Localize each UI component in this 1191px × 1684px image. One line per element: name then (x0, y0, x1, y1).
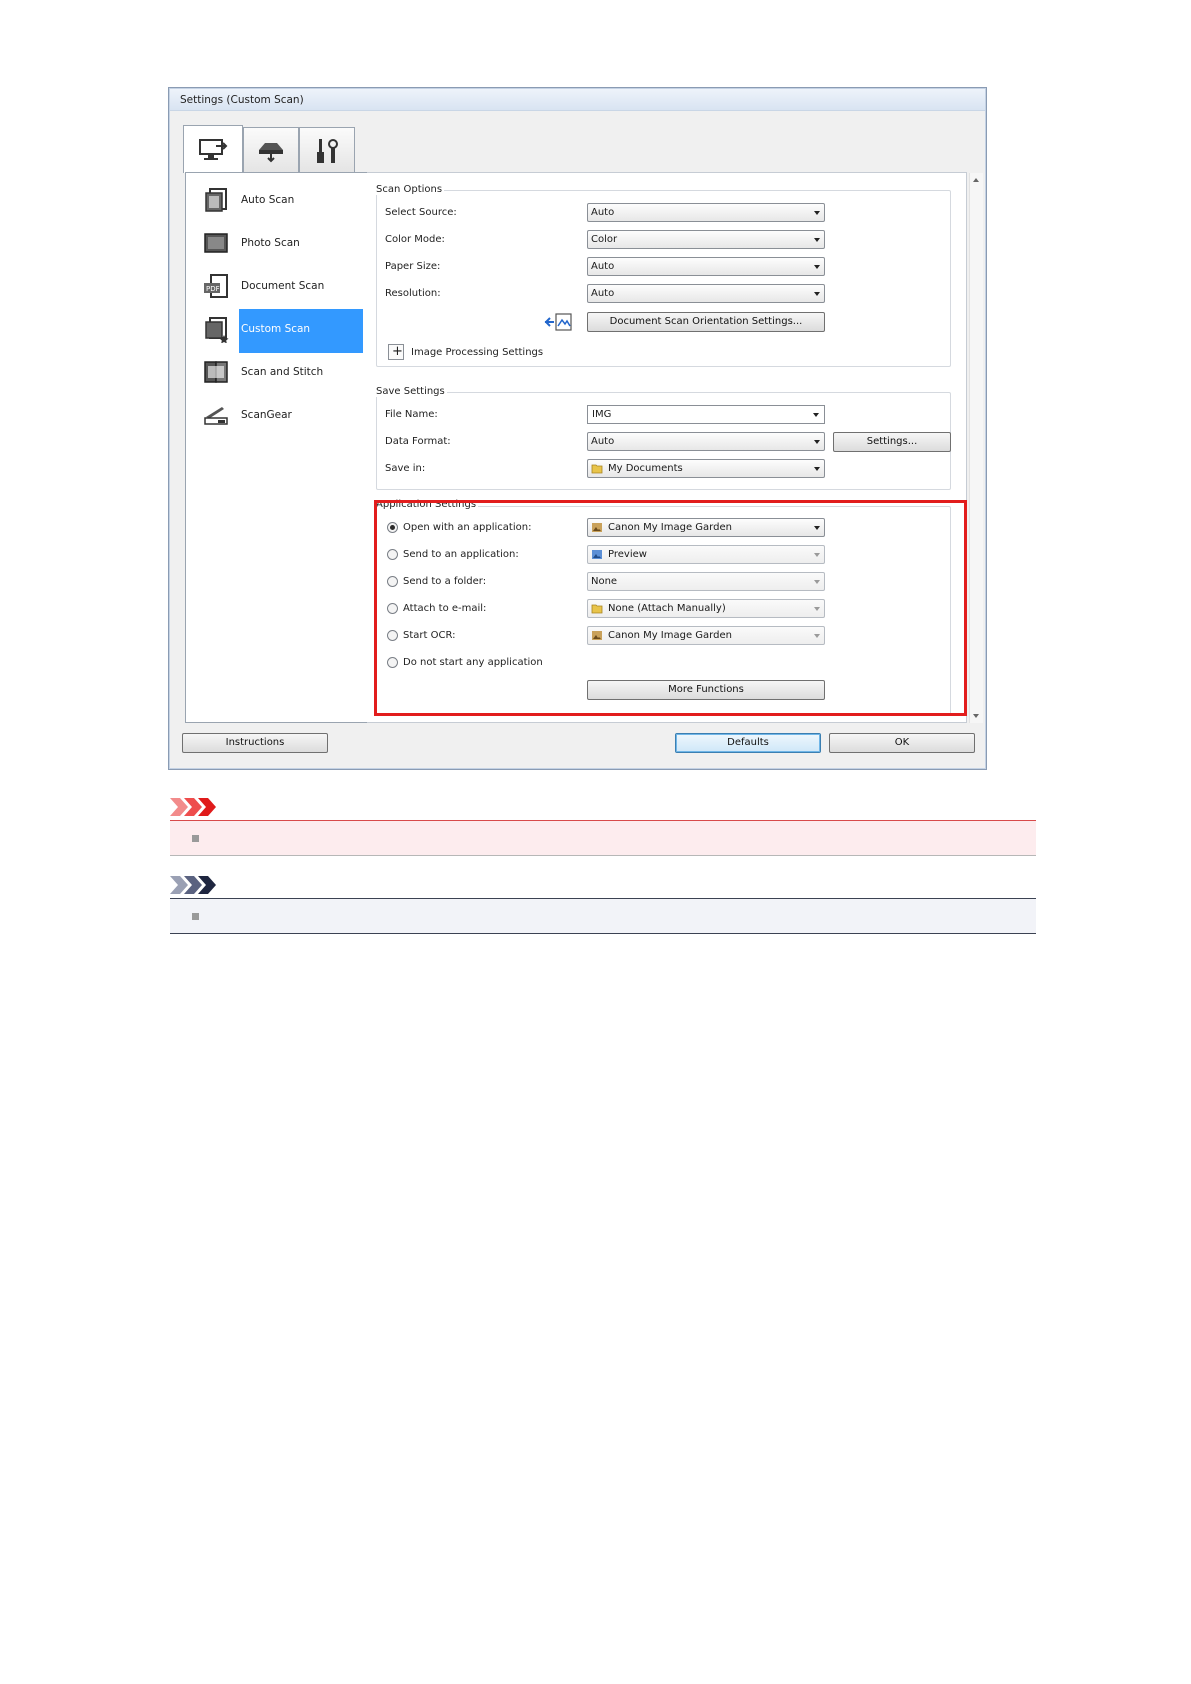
sidebar-item-label: ScanGear (241, 409, 292, 421)
resolution-label: Resolution: (385, 288, 441, 299)
chevron-down-icon (814, 467, 820, 471)
chevron-down-icon (814, 238, 820, 242)
dialog-titlebar: Settings (Custom Scan) (170, 89, 985, 111)
sidebar-item-label: Scan and Stitch (241, 366, 324, 378)
chevron-down-icon (813, 413, 819, 417)
chevron-down-icon (814, 265, 820, 269)
sidebar-item-label: Document Scan (241, 280, 325, 292)
tab-scan-from-computer[interactable] (183, 125, 243, 173)
chevron-down-icon (814, 292, 820, 296)
chevron-down-icon (814, 211, 820, 215)
important-icon (170, 798, 216, 816)
save-in-label: Save in: (385, 463, 426, 474)
paper-size-value: Auto (591, 261, 615, 272)
note-icon (170, 876, 216, 894)
color-mode-value: Color (591, 234, 618, 245)
scangear-icon (204, 407, 228, 425)
resolution-dropdown[interactable]: Auto (587, 284, 825, 303)
sidebar-item-label: Custom Scan (241, 323, 311, 335)
document-orientation-icon (544, 313, 572, 331)
folder-icon (591, 464, 603, 474)
sidebar-item-custom-scan[interactable]: Custom Scan (197, 309, 367, 353)
sidebar-item-label: Auto Scan (241, 194, 295, 206)
ok-button[interactable]: OK (829, 733, 975, 753)
chevron-down-icon (814, 440, 820, 444)
important-section (170, 820, 1036, 856)
bullet-icon (192, 913, 199, 920)
custom-scan-icon (205, 317, 229, 343)
file-name-label: File Name: (385, 409, 438, 420)
settings-scrollbar[interactable] (969, 173, 983, 723)
scan-options-title: Scan Options (374, 184, 445, 195)
sidebar-item-auto-scan[interactable]: Auto Scan (197, 180, 367, 220)
color-mode-dropdown[interactable]: Color (587, 230, 825, 249)
auto-scan-icon (205, 188, 227, 212)
defaults-button[interactable]: Defaults (675, 733, 821, 753)
tab-general-settings[interactable] (299, 127, 355, 173)
image-processing-label: Image Processing Settings (411, 347, 544, 358)
sidebar-item-scan-and-stitch[interactable]: Scan and Stitch (197, 352, 367, 392)
sidebar-item-scangear[interactable]: ScanGear (197, 395, 367, 435)
data-format-dropdown[interactable]: Auto (587, 432, 825, 451)
tab-scan-from-operation-panel[interactable] (243, 127, 299, 173)
expand-image-processing-button[interactable]: + (388, 344, 404, 360)
select-source-label: Select Source: (385, 207, 457, 218)
application-settings-highlight (374, 500, 967, 716)
data-format-value: Auto (591, 436, 615, 447)
sidebar-item-label: Photo Scan (241, 237, 300, 249)
scan-from-operation-panel-icon (259, 142, 283, 162)
scroll-down-icon[interactable] (973, 714, 979, 718)
paper-size-label: Paper Size: (385, 261, 441, 272)
save-in-dropdown[interactable]: My Documents (587, 459, 825, 478)
select-source-dropdown[interactable]: Auto (587, 203, 825, 222)
file-name-input[interactable]: IMG (587, 405, 825, 424)
sidebar-item-photo-scan[interactable]: Photo Scan (197, 223, 367, 263)
select-source-value: Auto (591, 207, 615, 218)
file-name-value: IMG (592, 409, 612, 420)
instructions-button[interactable]: Instructions (182, 733, 328, 753)
plus-icon: + (392, 344, 403, 359)
color-mode-label: Color Mode: (385, 234, 445, 245)
note-section (170, 898, 1036, 934)
data-format-label: Data Format: (385, 436, 451, 447)
sidebar-item-document-scan[interactable]: PDF Document Scan (197, 266, 367, 306)
bullet-icon (192, 835, 199, 842)
dialog-title: Settings (Custom Scan) (180, 94, 304, 106)
scroll-up-icon[interactable] (973, 178, 979, 182)
resolution-value: Auto (591, 288, 615, 299)
general-settings-icon (317, 138, 338, 163)
svg-text:PDF: PDF (206, 285, 220, 293)
paper-size-dropdown[interactable]: Auto (587, 257, 825, 276)
save-settings-title: Save Settings (374, 386, 447, 397)
format-settings-button[interactable]: Settings... (833, 432, 951, 452)
scan-from-computer-icon (199, 138, 228, 160)
photo-scan-icon (204, 233, 228, 253)
save-in-value: My Documents (608, 463, 683, 474)
document-scan-icon: PDF (204, 274, 228, 298)
scan-and-stitch-icon (204, 361, 228, 383)
document-scan-orientation-settings-button[interactable]: Document Scan Orientation Settings... (587, 312, 825, 332)
